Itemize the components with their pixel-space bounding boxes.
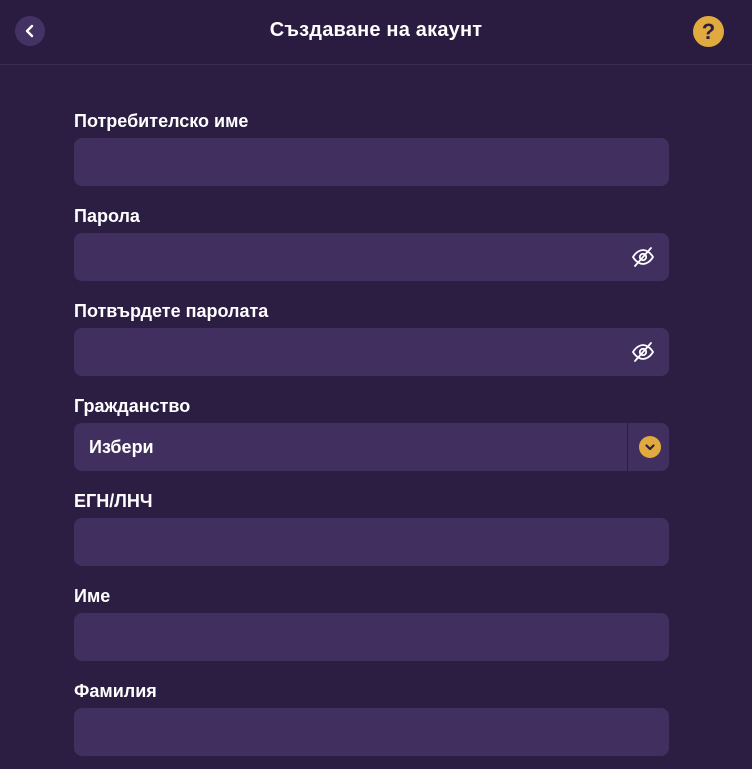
username-label: Потребителско име bbox=[74, 111, 249, 131]
last-name-input[interactable] bbox=[74, 708, 669, 756]
username-input[interactable] bbox=[74, 138, 669, 186]
eye-slash-icon[interactable] bbox=[631, 246, 655, 268]
password-label: Парола bbox=[74, 206, 140, 226]
eye-slash-icon[interactable] bbox=[631, 341, 655, 363]
citizenship-selected-value: Избери bbox=[89, 437, 154, 457]
citizenship-label: Гражданство bbox=[74, 396, 191, 416]
egn-label: ЕГН/ЛНЧ bbox=[74, 491, 153, 511]
page-title: Създаване на акаунт bbox=[269, 19, 483, 41]
password-input[interactable] bbox=[74, 233, 669, 281]
egn-input[interactable] bbox=[74, 518, 669, 566]
question-mark-icon: ? bbox=[701, 18, 716, 44]
confirm-password-input[interactable] bbox=[74, 328, 669, 376]
confirm-password-label: Потвърдете паролата bbox=[74, 301, 269, 321]
first-name-label: Име bbox=[74, 586, 111, 606]
dropdown-toggle[interactable] bbox=[639, 436, 661, 458]
citizenship-select[interactable]: Избери bbox=[74, 423, 669, 471]
help-button[interactable]: ? bbox=[693, 16, 724, 47]
header-bar: Създаване на акаунт ? bbox=[0, 0, 752, 65]
last-name-label: Фамилия bbox=[74, 681, 157, 701]
select-divider bbox=[627, 423, 628, 471]
chevron-down-icon bbox=[645, 444, 655, 451]
first-name-input[interactable] bbox=[74, 613, 669, 661]
